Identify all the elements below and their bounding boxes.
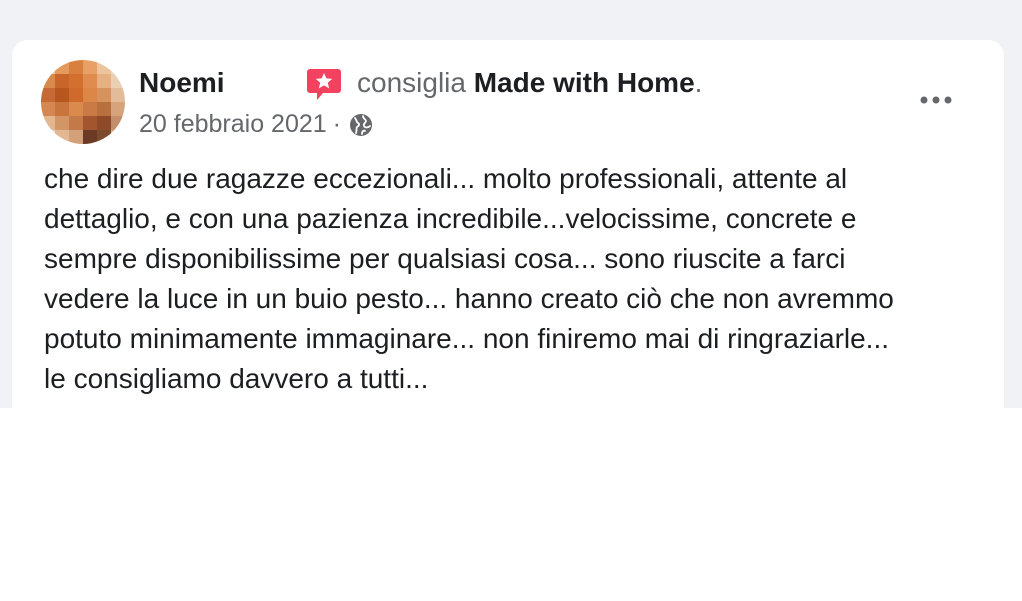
avatar-pixel (83, 116, 97, 130)
avatar-pixel (55, 74, 69, 88)
avatar-pixel (41, 88, 55, 102)
recommend-verb: consiglia (357, 67, 466, 98)
avatar-pixel (41, 116, 55, 130)
avatar-pixel (55, 60, 69, 74)
recommendation-line: consiglia Made with Home. (357, 67, 702, 99)
page-name-link[interactable]: Made with Home (474, 67, 695, 98)
page-suffix: . (694, 67, 703, 98)
avatar-pixel (41, 74, 55, 88)
avatar-pixel (97, 74, 111, 88)
avatar-pixel (69, 88, 83, 102)
avatar[interactable] (41, 60, 125, 144)
author-name[interactable]: Noemi (139, 67, 225, 99)
avatar-pixel (111, 74, 125, 88)
avatar-pixel (111, 88, 125, 102)
avatar-pixel (97, 88, 111, 102)
avatar-pixel (69, 102, 83, 116)
avatar-pixel (69, 60, 83, 74)
avatar-pixel (55, 102, 69, 116)
avatar-pixel (111, 116, 125, 130)
feed-background: Noemi consiglia Made with Home. 20 febbr… (0, 0, 1022, 408)
meta-separator: · (332, 110, 341, 138)
post-date[interactable]: 20 febbraio 2021 (139, 110, 327, 139)
avatar-pixel (83, 88, 97, 102)
avatar-pixel (97, 102, 111, 116)
avatar-pixel (111, 102, 125, 116)
avatar-pixel (55, 116, 69, 130)
avatar-pixel (83, 74, 97, 88)
avatar-pixel (41, 60, 55, 74)
avatar-pixel (97, 130, 111, 144)
avatar-pixel (69, 130, 83, 144)
avatar-pixel (41, 130, 55, 144)
post-text-line: che dire due ragazze eccezionali... molt… (44, 163, 848, 194)
avatar-pixel (97, 60, 111, 74)
avatar-pixel (69, 74, 83, 88)
post-text-line: le consigliamo davvero a tutti... (44, 363, 429, 394)
avatar-pixel (55, 130, 69, 144)
post-meta: 20 febbraio 2021 · (139, 110, 373, 139)
post-text: che dire due ragazze eccezionali... molt… (44, 159, 984, 399)
globe-icon[interactable] (349, 113, 373, 137)
avatar-pixel (111, 130, 125, 144)
review-post-card: Noemi consiglia Made with Home. 20 febbr… (12, 40, 1004, 408)
avatar-pixel (97, 116, 111, 130)
post-text-line: vedere la luce in un buio pesto... hanno… (44, 283, 894, 314)
post-text-line: sempre disponibilissime per qualsiasi co… (44, 243, 846, 274)
avatar-pixel (69, 116, 83, 130)
star-speech-bubble-icon (307, 69, 341, 100)
avatar-pixel (83, 130, 97, 144)
avatar-pixel (83, 60, 97, 74)
avatar-pixel (41, 102, 55, 116)
avatar-pixel (55, 88, 69, 102)
avatar-pixel (111, 60, 125, 74)
post-text-line: potuto minimamente immaginare... non fin… (44, 323, 890, 354)
post-text-line: dettaglio, e con una pazienza incredibil… (44, 203, 857, 234)
avatar-pixel (83, 102, 97, 116)
more-options-icon[interactable] (916, 90, 956, 110)
